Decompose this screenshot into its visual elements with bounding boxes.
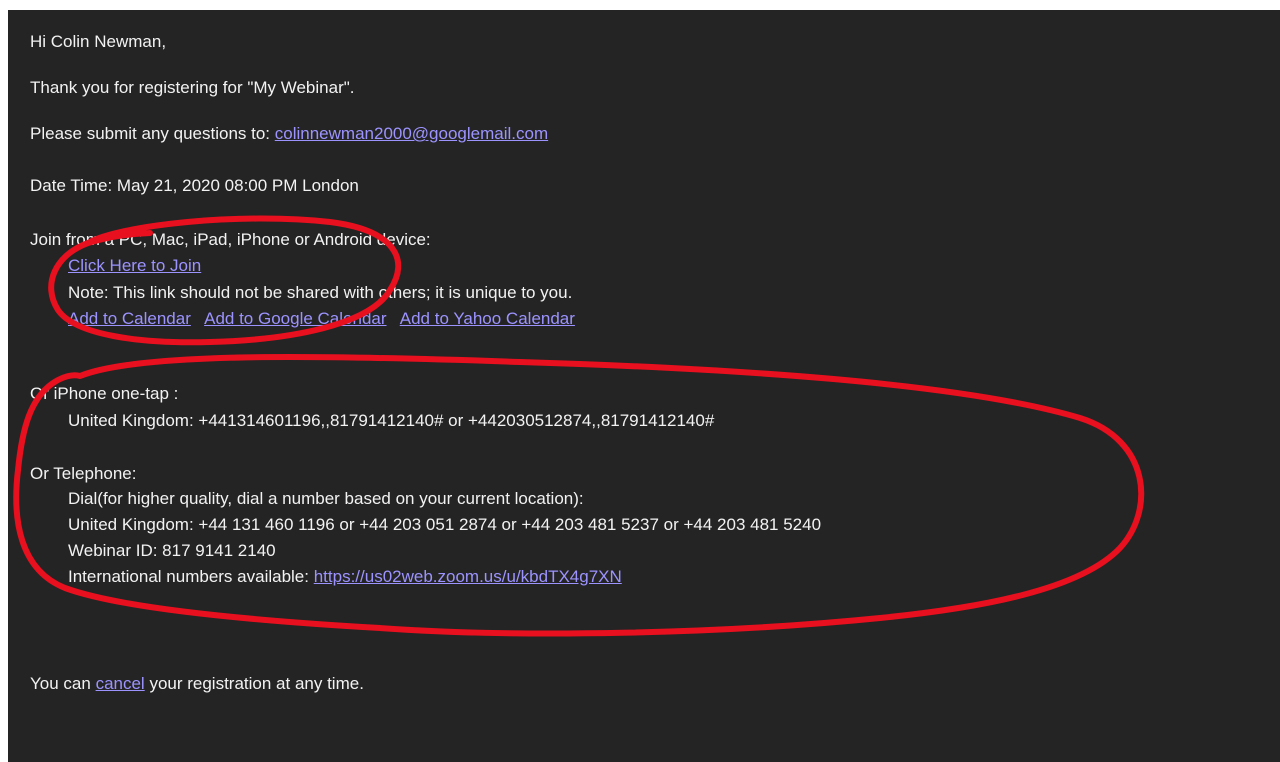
webinar-id: Webinar ID: 817 9141 2140 — [68, 541, 276, 560]
calendar-links: Add to Calendar Add to Google Calendar A… — [68, 309, 575, 329]
add-to-calendar-link[interactable]: Add to Calendar — [68, 309, 191, 328]
international-numbers-link[interactable]: https://us02web.zoom.us/u/kbdTX4g7XN — [314, 567, 622, 586]
questions-label: Please submit any questions to: — [30, 124, 271, 143]
dial-note: Dial(for higher quality, dial a number b… — [68, 489, 584, 508]
join-link[interactable]: Click Here to Join — [68, 256, 201, 275]
cancel-link[interactable]: cancel — [96, 674, 145, 693]
telephone-heading: Or Telephone: — [30, 464, 137, 483]
cancel-after: your registration at any time. — [149, 674, 364, 693]
international-line: International numbers available: https:/… — [68, 567, 622, 587]
date-time: Date Time: May 21, 2020 08:00 PM London — [30, 176, 359, 195]
screenshot-frame: Hi Colin Newman, Thank you for registeri… — [0, 0, 1280, 762]
iphone-heading: Or iPhone one-tap : — [30, 384, 179, 403]
add-to-yahoo-calendar-link[interactable]: Add to Yahoo Calendar — [400, 309, 575, 328]
iphone-numbers: United Kingdom: +441314601196,,817914121… — [68, 411, 715, 430]
join-heading: Join from a PC, Mac, iPad, iPhone or And… — [30, 230, 431, 249]
add-to-google-calendar-link[interactable]: Add to Google Calendar — [204, 309, 386, 328]
cancel-before: You can — [30, 674, 91, 693]
thank-you-text: Thank you for registering for "My Webina… — [30, 78, 355, 97]
greeting: Hi Colin Newman, — [30, 32, 167, 51]
international-label: International numbers available: — [68, 567, 309, 586]
email-body: Hi Colin Newman, Thank you for registeri… — [8, 10, 1280, 762]
telephone-numbers: United Kingdom: +44 131 460 1196 or +44 … — [68, 515, 822, 534]
join-note: Note: This link should not be shared wit… — [68, 283, 573, 302]
questions-line: Please submit any questions to: colinnew… — [30, 124, 548, 144]
cancel-line: You can cancel your registration at any … — [30, 674, 364, 694]
join-line: Click Here to Join — [68, 256, 201, 276]
questions-email-link[interactable]: colinnewman2000@googlemail.com — [275, 124, 548, 143]
